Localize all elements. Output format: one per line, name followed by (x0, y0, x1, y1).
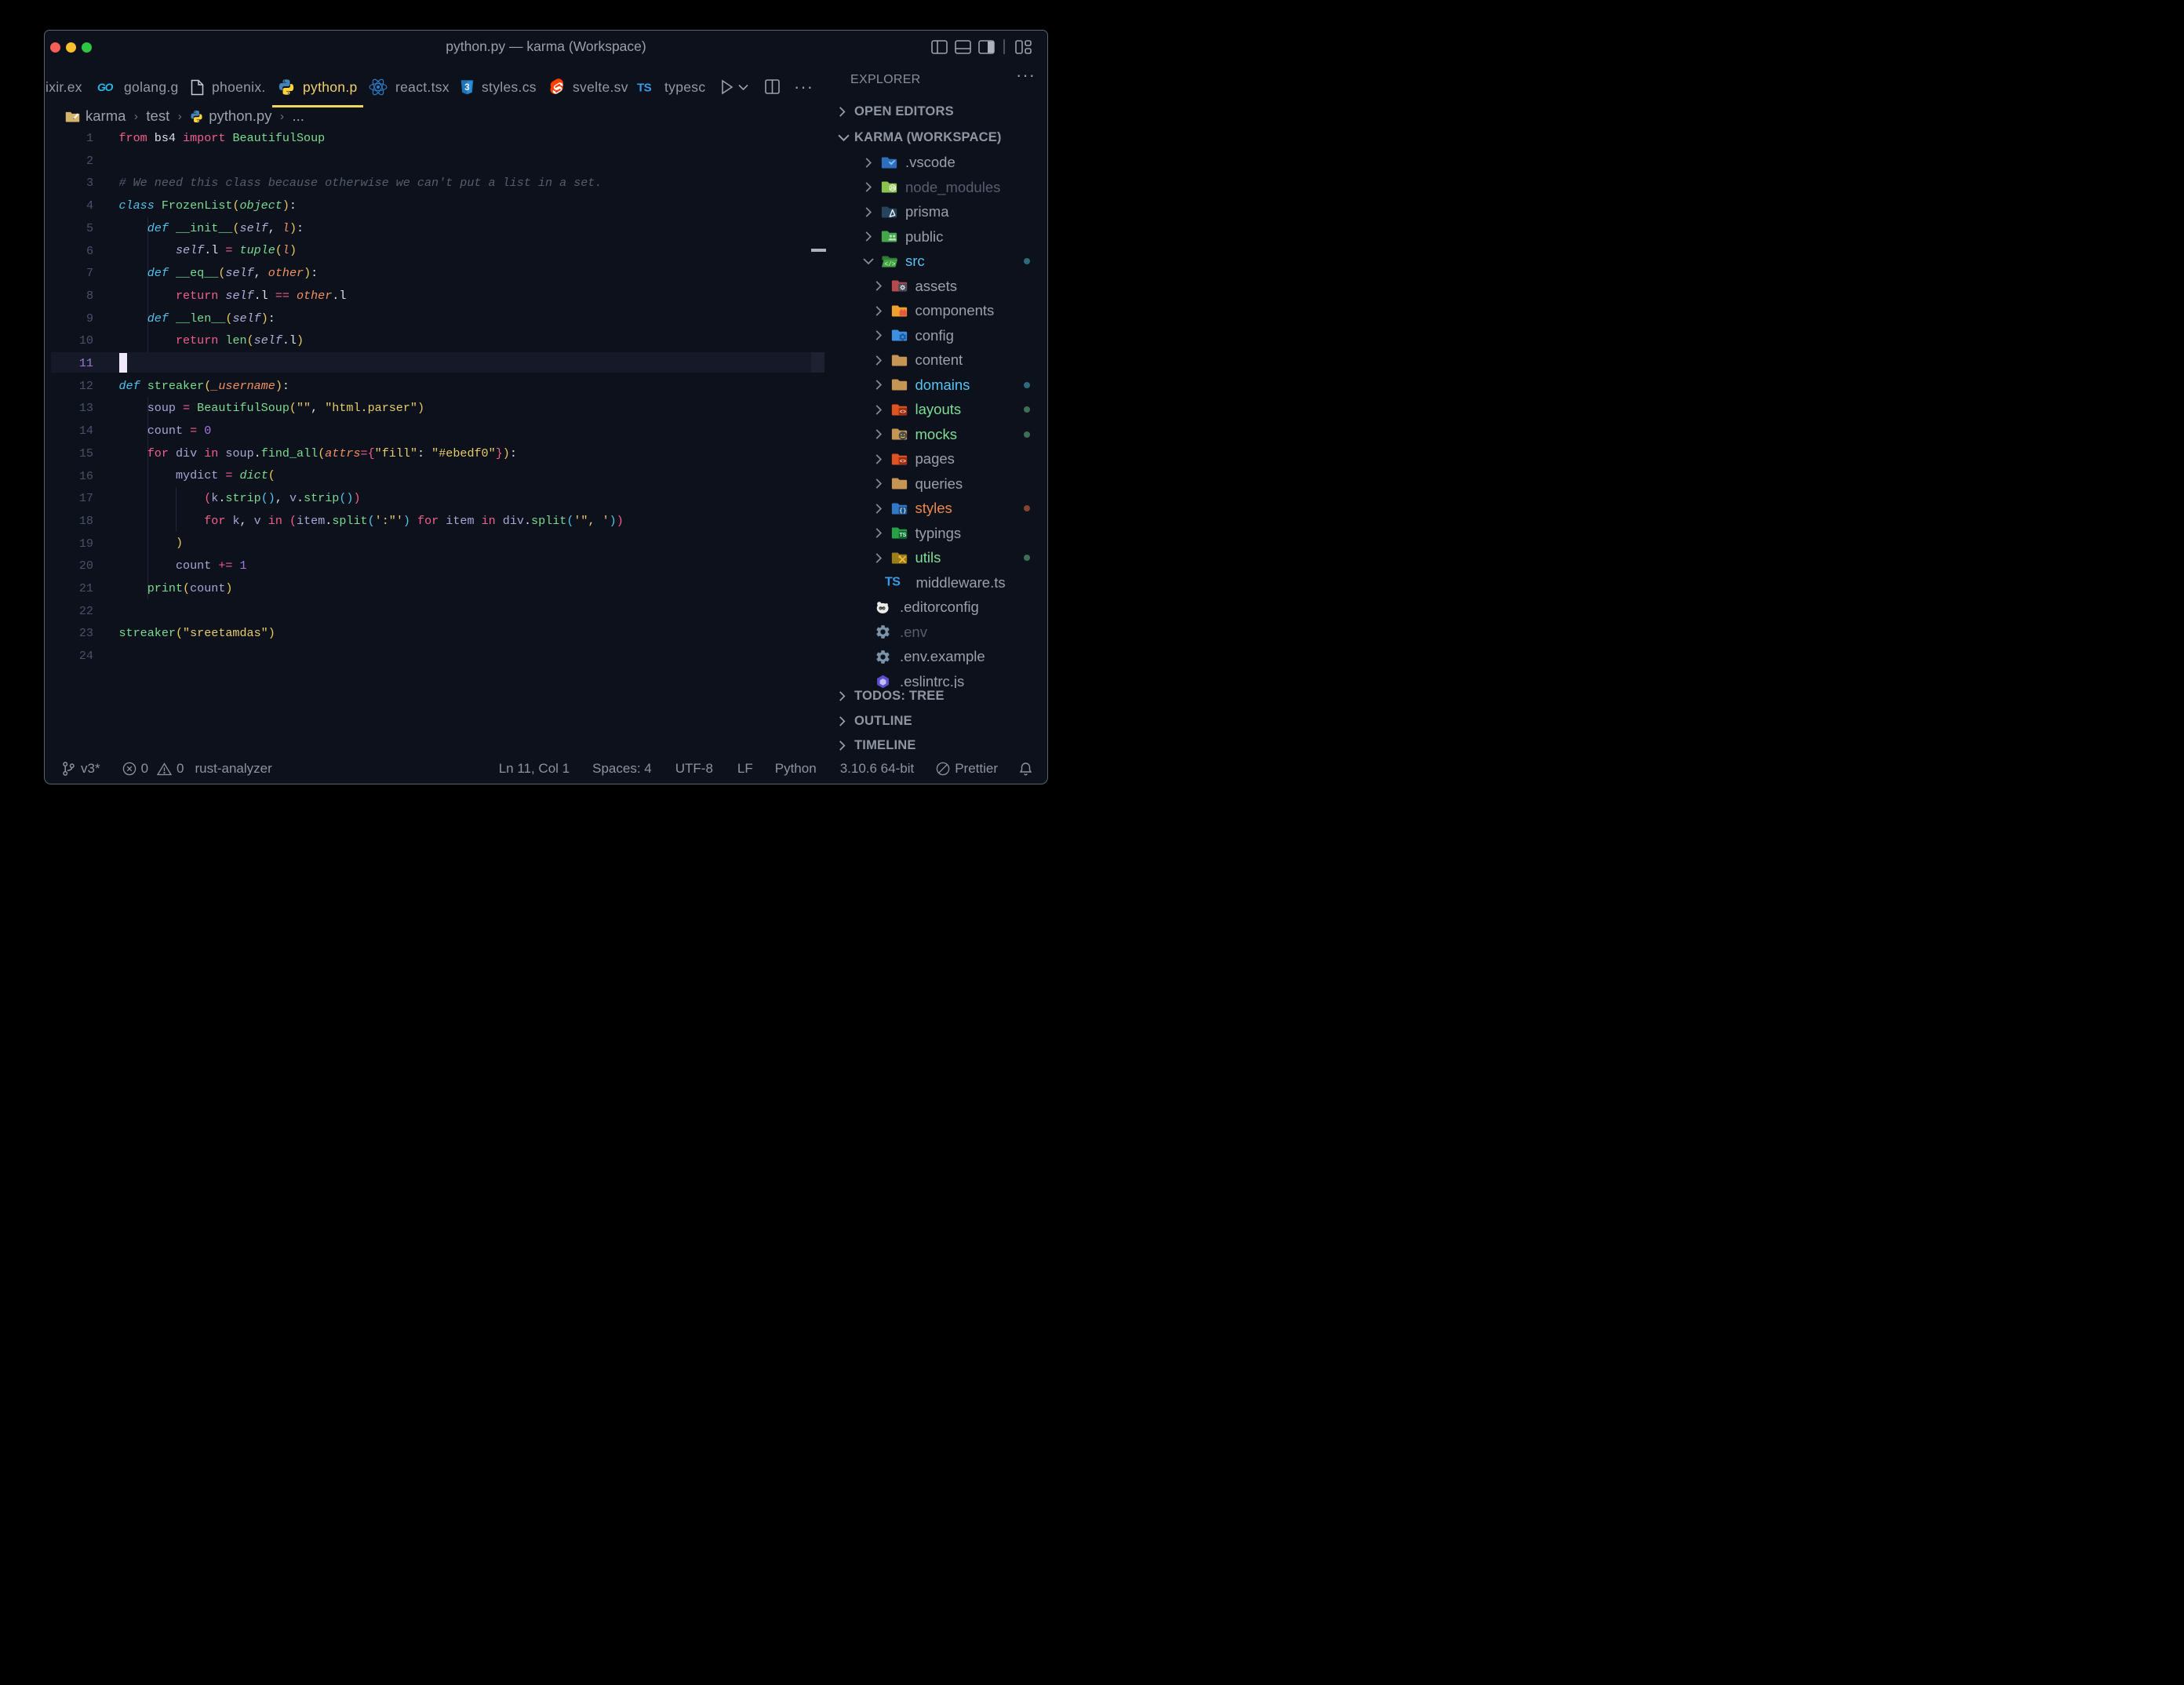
svg-text:</>: </> (884, 260, 895, 267)
svg-text:JS: JS (890, 187, 895, 191)
svg-text:3: 3 (464, 82, 470, 93)
svg-text:GO: GO (97, 82, 114, 92)
svg-text:TS: TS (899, 533, 906, 538)
svg-text:<>: <> (899, 409, 905, 415)
svg-text:{}: {} (899, 508, 906, 514)
svg-text:<>: <> (899, 458, 905, 464)
svg-text:TS: TS (885, 576, 901, 588)
svg-text:TS: TS (637, 82, 652, 93)
